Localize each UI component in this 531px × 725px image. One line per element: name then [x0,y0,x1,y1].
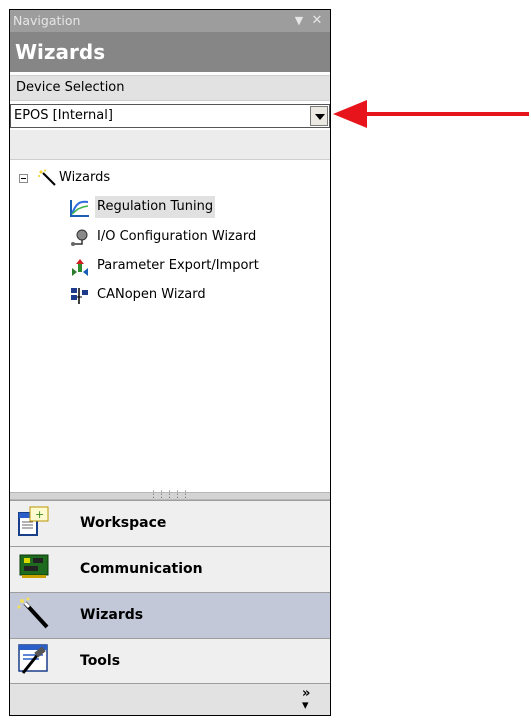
wizard-tree: Wizards Regulation Tuning I/O Configurat… [10,160,330,492]
tree-item-label: I/O Configuration Wizard [97,229,257,244]
device-select-value: EPOS [Internal] [14,108,113,123]
tree-root-label: Wizards [59,170,111,185]
grip-icon: ⋮⋮⋮⋮⋮ [149,490,190,500]
tree-item-canopen-wizard[interactable]: CANopen Wizard [68,284,268,306]
device-select[interactable]: EPOS [Internal] [10,104,330,128]
nav-button-label: Communication [80,561,203,577]
tree-item-regulation-tuning[interactable]: Regulation Tuning [68,196,268,218]
nav-button-workspace[interactable]: + Workspace [10,500,330,546]
panel-title: Wizards [10,32,330,72]
tree-item-label: CANopen Wizard [97,287,206,302]
chevron-more-icon[interactable]: » ▾ [302,687,310,712]
panel-splitter[interactable]: ⋮⋮⋮⋮⋮ [10,490,330,500]
tree-root-wizards[interactable]: Wizards [35,167,235,189]
tree-item-io-configuration[interactable]: I/O Configuration Wizard [68,226,278,248]
pin-icon[interactable]: ▼ [292,10,306,32]
tuning-chart-icon [70,200,89,217]
magic-wand-icon [38,169,56,186]
tree-item-label: Parameter Export/Import [97,258,259,273]
tools-icon [18,644,48,674]
canopen-icon [71,288,88,304]
close-icon[interactable]: ✕ [310,10,324,32]
nav-button-tools[interactable]: Tools [10,638,330,683]
toolbar-strip [10,130,330,160]
tree-item-label: Regulation Tuning [95,196,216,218]
navigation-title: Navigation [13,13,81,28]
export-import-icon [72,259,88,276]
navigation-header: Navigation ▼ ✕ [10,10,330,32]
nav-button-label: Wizards [80,607,144,623]
nav-button-label: Workspace [80,515,167,531]
io-config-icon [71,229,88,246]
navigation-panel: Navigation ▼ ✕ Wizards Device Selection … [9,9,331,716]
device-selection-label: Device Selection [10,75,330,101]
nav-button-wizards[interactable]: Wizards [10,592,330,638]
communication-icon [19,554,49,578]
magic-wand-icon [17,597,49,629]
svg-text:+: + [35,508,44,521]
dropdown-arrow-icon[interactable] [310,106,328,126]
workspace-icon: + [18,506,49,536]
nav-button-communication[interactable]: Communication [10,546,330,592]
tree-item-parameter-export-import[interactable]: Parameter Export/Import [68,255,288,277]
overflow-bar: » ▾ [10,683,330,715]
collapse-icon[interactable] [19,174,28,183]
nav-button-label: Tools [80,653,121,669]
annotation-arrow-icon [333,100,529,128]
